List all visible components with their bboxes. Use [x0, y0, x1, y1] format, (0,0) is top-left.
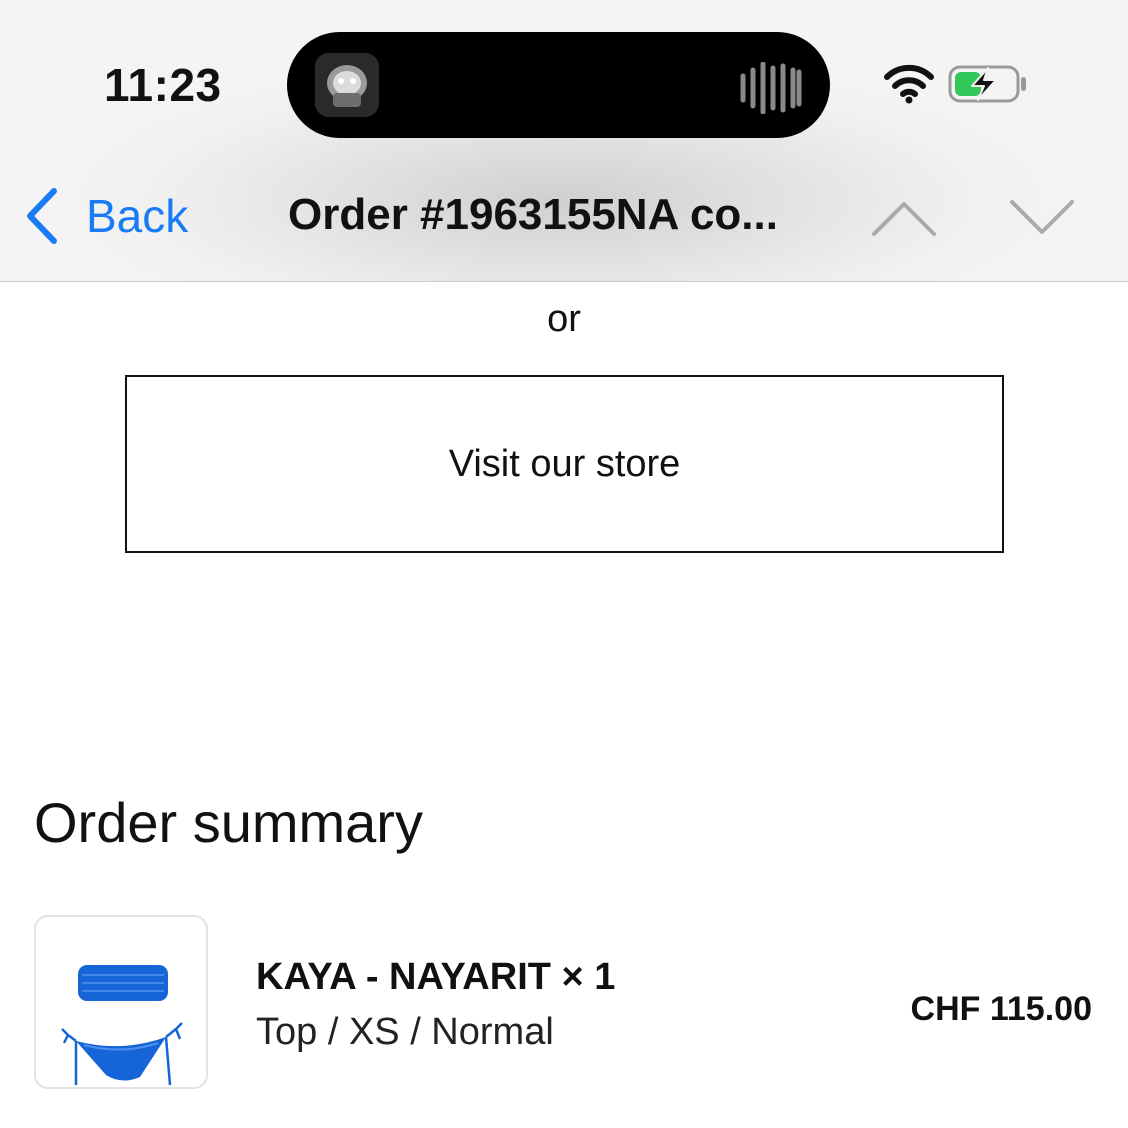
chevron-up-icon[interactable] — [870, 196, 938, 238]
status-time: 11:23 — [104, 59, 222, 111]
page-title: Order #1963155NA co... — [288, 190, 778, 239]
dynamic-island[interactable] — [287, 32, 830, 138]
product-variant: Top / XS / Normal — [256, 1011, 554, 1053]
product-price: CHF 115.00 — [910, 990, 1092, 1028]
blue-bikini-image — [61, 965, 183, 1086]
chevron-down-icon[interactable] — [1008, 196, 1076, 238]
order-summary-heading: Order summary — [34, 791, 423, 854]
top-bar: 11:23 Back Order #1963155NA co... — [0, 0, 1128, 282]
back-chevron-icon — [27, 188, 57, 244]
back-label: Back — [86, 190, 189, 242]
now-playing-artwork — [315, 53, 379, 117]
visit-store-button[interactable]: Visit our store — [125, 375, 1004, 553]
product-name: KAYA - NAYARIT × 1 — [256, 956, 616, 998]
back-button[interactable]: Back — [24, 186, 188, 246]
battery-charging-icon — [948, 65, 1026, 103]
product-thumbnail — [34, 915, 208, 1089]
or-divider-text: or — [547, 298, 581, 340]
audio-waveform-icon — [740, 62, 802, 114]
wifi-icon — [884, 64, 934, 104]
